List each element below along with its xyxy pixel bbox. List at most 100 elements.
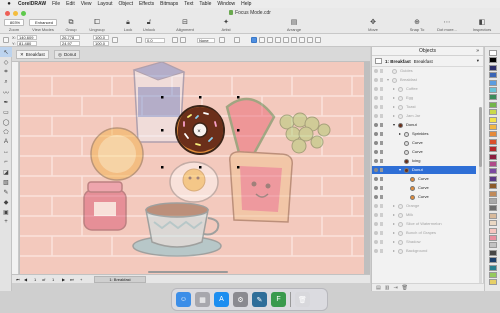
color-swatch[interactable] xyxy=(489,161,497,167)
artist-button[interactable]: ✦ Artist xyxy=(212,18,240,34)
shape-tool-icon[interactable]: ◇ xyxy=(0,57,12,67)
object-tree-row[interactable]: ▸ Coffee xyxy=(372,85,476,93)
lock-toggle-icon[interactable] xyxy=(380,78,383,82)
lock-toggle-icon[interactable] xyxy=(380,69,383,73)
visibility-eye-icon[interactable] xyxy=(374,159,378,163)
docker-view-options-icon[interactable]: ▾ xyxy=(477,58,479,64)
object-tree-row[interactable]: Curve xyxy=(372,139,476,147)
outline-style-icon[interactable] xyxy=(219,37,225,43)
view-modes-tool[interactable]: Enhanced View Modes xyxy=(26,18,60,34)
move-button[interactable]: ✥ Move xyxy=(362,18,384,34)
ellipse-tool-icon[interactable]: ◯ xyxy=(0,117,12,127)
smart-fill-icon[interactable]: ▣ xyxy=(0,207,12,217)
visibility-eye-icon[interactable] xyxy=(374,141,378,145)
object-tree-row[interactable]: ▸ Background xyxy=(372,247,476,255)
menu-text[interactable]: Text xyxy=(184,1,193,7)
crop-tool-icon[interactable]: ⌗ xyxy=(0,67,12,77)
color-swatch[interactable] xyxy=(489,257,497,264)
new-master-layer-icon[interactable]: ▥ xyxy=(385,285,390,291)
color-swatch[interactable] xyxy=(489,131,497,138)
coreldraw-icon[interactable]: ✎ xyxy=(252,292,267,307)
object-tree-row[interactable]: Curve xyxy=(372,175,476,183)
color-swatch[interactable] xyxy=(489,87,497,93)
object-tree-row[interactable]: ▸ Milk xyxy=(372,211,476,219)
menu-table[interactable]: Table xyxy=(199,1,211,7)
lock-toggle-icon[interactable] xyxy=(380,87,383,91)
intersect-icon[interactable] xyxy=(291,37,297,43)
lock-toggle-icon[interactable] xyxy=(380,114,383,118)
rotate-icon[interactable] xyxy=(136,37,142,43)
group-button[interactable]: ⧉ Group xyxy=(60,18,82,34)
object-tree-row[interactable]: ▸ Bunch of Grapes xyxy=(372,229,476,237)
eyedropper-icon[interactable]: ✎ xyxy=(0,187,12,197)
object-tree-row[interactable]: ▸ Orange xyxy=(372,202,476,210)
freehand-tool-icon[interactable]: 〰 xyxy=(0,87,12,97)
weld-icon[interactable] xyxy=(275,37,281,43)
zoom-level-field[interactable]: 803% xyxy=(4,19,24,26)
visibility-eye-icon[interactable] xyxy=(374,249,378,253)
move-to-layer-icon[interactable]: ⇥ xyxy=(393,285,397,291)
visibility-eye-icon[interactable] xyxy=(374,96,378,100)
visibility-eye-icon[interactable] xyxy=(374,123,378,127)
expand-arrow-icon[interactable]: ▸ xyxy=(393,220,395,228)
dot-more-button[interactable]: ⋯ Dot more... xyxy=(432,18,462,34)
page-tab-breakfast[interactable]: 1: Breakfast xyxy=(94,276,146,283)
visibility-eye-icon[interactable] xyxy=(374,78,378,82)
visibility-eye-icon[interactable] xyxy=(374,132,378,136)
outline-width-field[interactable]: None xyxy=(197,38,215,43)
artistic-media-icon[interactable]: ✒ xyxy=(0,97,12,107)
object-tree-row[interactable]: Curve xyxy=(372,184,476,192)
color-swatch[interactable] xyxy=(489,146,497,153)
last-page-icon[interactable]: ⏭ xyxy=(70,277,74,282)
color-swatch[interactable] xyxy=(489,50,497,56)
lock-toggle-icon[interactable] xyxy=(380,123,383,127)
object-tree-row[interactable]: ▸ Sprinkles xyxy=(372,130,476,138)
lock-toggle-icon[interactable] xyxy=(380,240,383,244)
lock-toggle-icon[interactable] xyxy=(380,204,383,208)
lock-toggle-icon[interactable] xyxy=(380,195,383,199)
color-swatch[interactable] xyxy=(489,279,497,286)
corel-font-manager-icon[interactable]: F xyxy=(271,292,286,307)
mirror-v-icon[interactable] xyxy=(180,37,186,43)
lock-toggle-icon[interactable] xyxy=(380,231,383,235)
lock-ratio-icon[interactable] xyxy=(112,37,118,43)
visibility-eye-icon[interactable] xyxy=(374,168,378,172)
scale-x-field[interactable]: 100.0 xyxy=(93,35,109,40)
arrange-button[interactable]: ▤ Arrange xyxy=(280,18,308,34)
color-swatch[interactable] xyxy=(489,220,497,227)
zoom-tool-icon[interactable]: ⌕ xyxy=(0,77,12,87)
visibility-eye-icon[interactable] xyxy=(374,213,378,217)
apple-menu-icon[interactable]: ● xyxy=(6,1,12,7)
object-tree-row[interactable]: ▾ Donut xyxy=(372,121,476,129)
lock-toggle-icon[interactable] xyxy=(380,168,383,172)
visibility-eye-icon[interactable] xyxy=(374,231,378,235)
menu-edit[interactable]: Edit xyxy=(66,1,75,7)
rectangle-tool-icon[interactable]: ▭ xyxy=(0,107,12,117)
view-modes-field[interactable]: Enhanced xyxy=(29,19,57,26)
color-swatch[interactable] xyxy=(489,79,497,86)
distribute-icon[interactable] xyxy=(267,37,273,43)
drawing-canvas[interactable]: × xyxy=(12,62,370,274)
lock-toggle-icon[interactable] xyxy=(380,186,383,190)
menu-app-name[interactable]: CorelDRAW xyxy=(18,1,46,7)
lock-toggle-icon[interactable] xyxy=(380,150,383,154)
expand-arrow-icon[interactable]: ▸ xyxy=(393,112,395,120)
docker-page-selector[interactable]: 1: Breakfast Breakfast ▾ xyxy=(372,56,483,67)
height-field[interactable]: 24.97 xyxy=(60,41,80,46)
color-swatch[interactable] xyxy=(489,272,497,278)
visibility-eye-icon[interactable] xyxy=(374,87,378,91)
object-tree-row[interactable]: ▸ Shadow xyxy=(372,238,476,246)
add-page-icon[interactable]: + xyxy=(80,277,82,282)
app-store-icon[interactable]: A xyxy=(214,292,229,307)
color-swatch[interactable] xyxy=(489,168,497,175)
lock-toggle-icon[interactable] xyxy=(380,249,383,253)
docker-scrollbar[interactable] xyxy=(479,107,482,287)
color-swatch[interactable] xyxy=(489,175,497,182)
color-swatch[interactable] xyxy=(489,227,497,234)
docker-options-icon[interactable]: » xyxy=(476,47,479,56)
x-position-field[interactable]: 140.609 xyxy=(17,35,37,40)
y-position-field[interactable]: 81.480 xyxy=(17,41,37,46)
color-swatch[interactable] xyxy=(489,101,497,108)
lock-button[interactable]: 🔒︎ Lock xyxy=(118,18,138,34)
launchpad-icon[interactable]: ▦ xyxy=(195,292,210,307)
